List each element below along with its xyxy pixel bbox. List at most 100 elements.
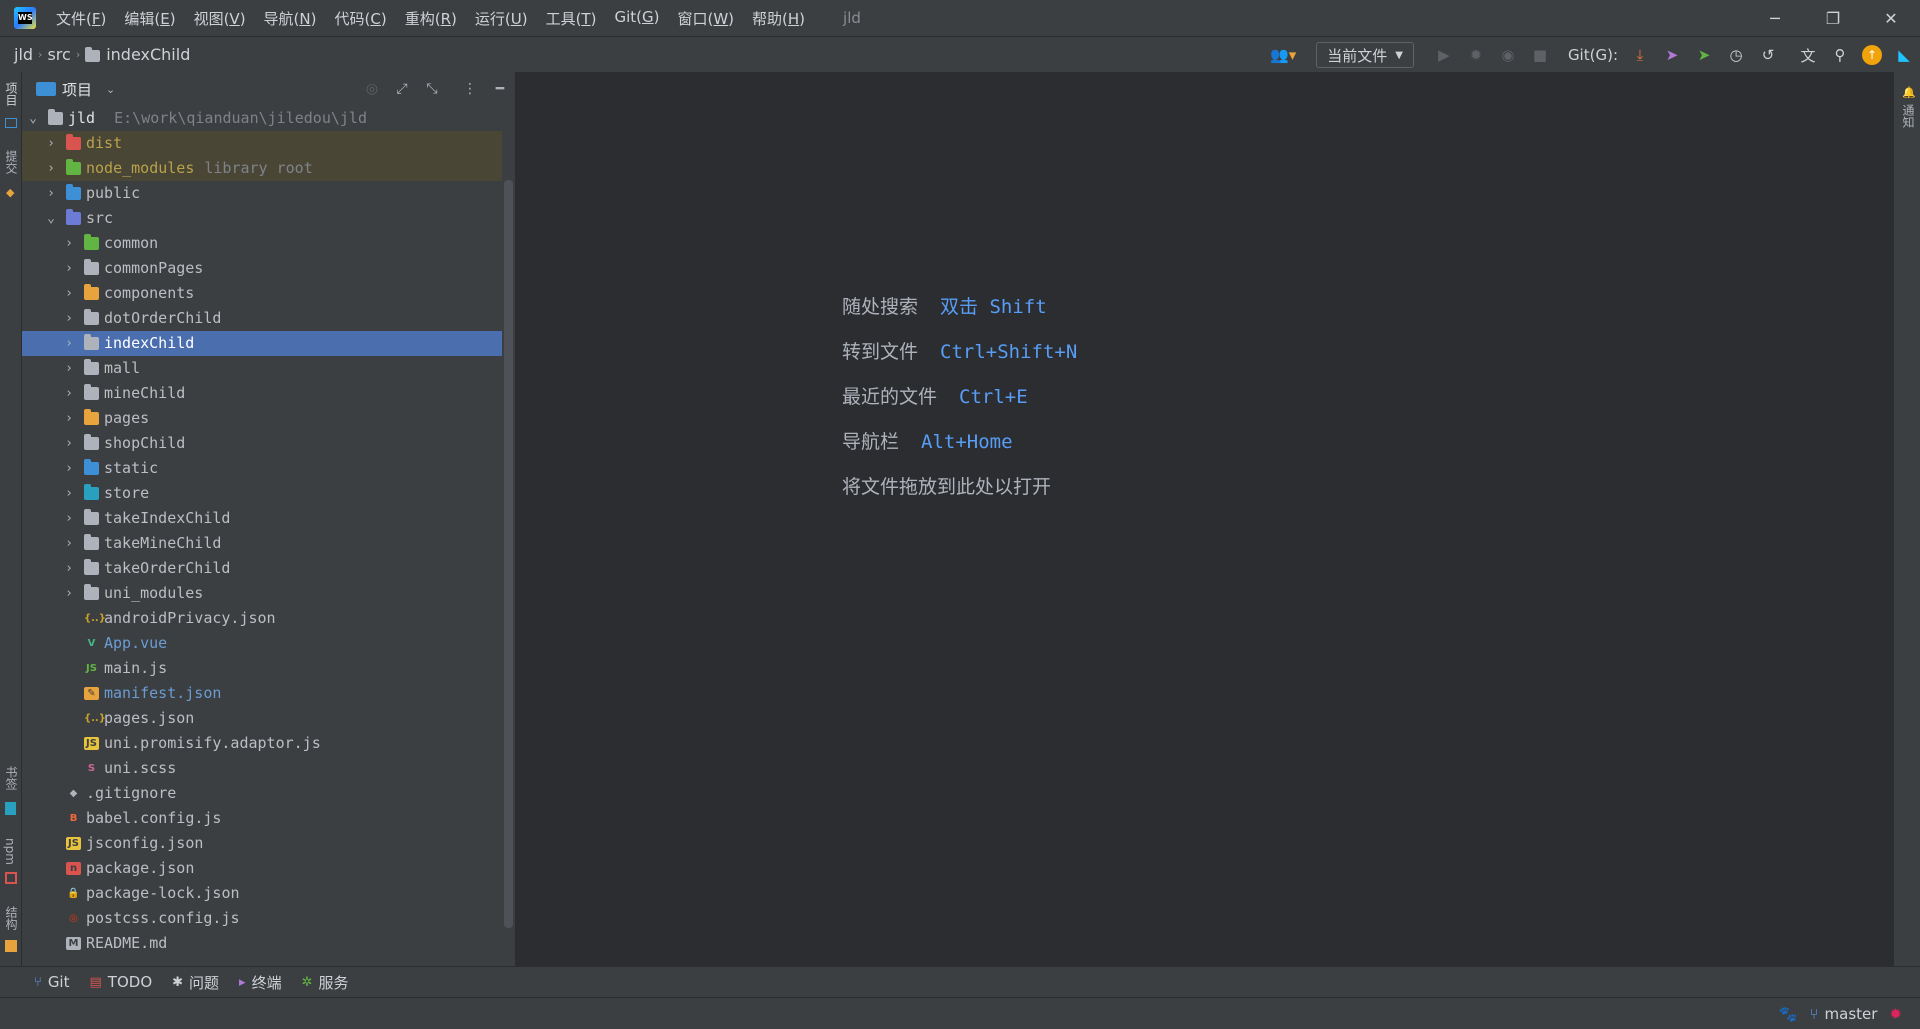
- run-configuration-select[interactable]: 当前文件 ▼: [1316, 42, 1414, 68]
- code-with-me-icon[interactable]: 👥▾: [1266, 45, 1300, 65]
- menu-item[interactable]: 文件(F): [56, 8, 106, 29]
- git-commit-icon[interactable]: ➤: [1662, 45, 1682, 65]
- tree-folder-row[interactable]: › node_modules library root: [22, 156, 502, 181]
- tree-file-row[interactable]: ✎ manifest.json: [22, 681, 502, 706]
- hint-shortcut[interactable]: Ctrl+Shift+N: [940, 341, 1077, 363]
- chevron-right-icon[interactable]: ›: [62, 531, 76, 556]
- chevron-right-icon[interactable]: ›: [62, 456, 76, 481]
- menu-item[interactable]: Git(G): [614, 8, 659, 29]
- locate-file-icon[interactable]: ◎: [361, 81, 383, 97]
- chevron-right-icon[interactable]: ›: [62, 306, 76, 331]
- bottom-tab-git-branch[interactable]: ⑂ Git: [34, 973, 70, 991]
- chevron-right-icon[interactable]: ›: [44, 131, 58, 156]
- breadcrumb-item[interactable]: indexChild: [106, 45, 190, 64]
- update-icon[interactable]: ↑: [1862, 45, 1882, 65]
- chevron-right-icon[interactable]: ›: [62, 406, 76, 431]
- tree-folder-row[interactable]: › dotOrderChild: [22, 306, 502, 331]
- menu-item[interactable]: 帮助(H): [752, 8, 805, 29]
- webstorm-icon[interactable]: ◣: [1894, 45, 1914, 65]
- chevron-right-icon[interactable]: ›: [62, 481, 76, 506]
- hint-shortcut[interactable]: Alt+Home: [921, 431, 1013, 453]
- git-push-icon[interactable]: ➤: [1694, 45, 1714, 65]
- tree-folder-row[interactable]: › components: [22, 281, 502, 306]
- tree-folder-row[interactable]: › takeMineChild: [22, 531, 502, 556]
- tree-folder-row[interactable]: › pages: [22, 406, 502, 431]
- tool-window-structure[interactable]: 结构: [3, 906, 20, 930]
- chevron-right-icon[interactable]: ›: [44, 181, 58, 206]
- chevron-right-icon[interactable]: ›: [62, 556, 76, 581]
- chevron-down-icon[interactable]: ⌄: [44, 206, 58, 231]
- tool-window-npm[interactable]: npm: [3, 838, 17, 865]
- chevron-right-icon[interactable]: ›: [62, 231, 76, 256]
- paw-icon[interactable]: 🐾: [1779, 1005, 1798, 1023]
- git-branch-label[interactable]: master: [1825, 1005, 1878, 1023]
- tree-folder-row[interactable]: › dist: [22, 131, 502, 156]
- tree-folder-row[interactable]: › common: [22, 231, 502, 256]
- chevron-right-icon[interactable]: ›: [62, 506, 76, 531]
- hide-panel-icon[interactable]: ━: [489, 81, 511, 97]
- stop-icon[interactable]: ■: [1530, 45, 1550, 65]
- tree-file-row[interactable]: ◎ postcss.config.js: [22, 906, 502, 931]
- restore-button[interactable]: ❐: [1804, 0, 1862, 36]
- bottom-tab-terminal[interactable]: ▸ 终端: [239, 972, 282, 993]
- chevron-right-icon[interactable]: ›: [62, 431, 76, 456]
- tree-folder-row[interactable]: › takeIndexChild: [22, 506, 502, 531]
- chevron-right-icon[interactable]: ›: [62, 581, 76, 606]
- bottom-tab-services[interactable]: ✲ 服务: [302, 972, 349, 993]
- debug-icon[interactable]: ✹: [1466, 45, 1486, 65]
- project-tree-scrollbar[interactable]: [504, 180, 513, 928]
- tree-folder-row[interactable]: › uni_modules: [22, 581, 502, 606]
- tool-window-notifications[interactable]: 通知: [1900, 104, 1917, 128]
- breadcrumb-item[interactable]: src: [47, 45, 70, 64]
- tool-window-commit[interactable]: 提交: [3, 150, 20, 174]
- chevron-right-icon[interactable]: ›: [62, 356, 76, 381]
- tree-file-row[interactable]: Suni.scss: [22, 756, 502, 781]
- git-rollback-icon[interactable]: ↺: [1758, 45, 1778, 65]
- tool-window-project[interactable]: 项目: [3, 82, 20, 106]
- tree-file-row[interactable]: n package.json: [22, 856, 502, 881]
- tree-folder-row[interactable]: › shopChild: [22, 431, 502, 456]
- tree-folder-row[interactable]: › mall: [22, 356, 502, 381]
- chevron-down-icon[interactable]: ⌄: [106, 83, 115, 96]
- chevron-right-icon[interactable]: ›: [62, 331, 76, 356]
- chevron-right-icon[interactable]: ›: [62, 281, 76, 306]
- tool-window-bookmarks[interactable]: 书签: [3, 766, 20, 790]
- hint-shortcut[interactable]: Ctrl+E: [959, 386, 1028, 408]
- tree-file-row[interactable]: V App.vue: [22, 631, 502, 656]
- git-history-icon[interactable]: ◷: [1726, 45, 1746, 65]
- chevron-right-icon[interactable]: ›: [62, 256, 76, 281]
- tree-file-row[interactable]: JS main.js: [22, 656, 502, 681]
- tree-folder-row[interactable]: › takeOrderChild: [22, 556, 502, 581]
- menu-item[interactable]: 工具(T): [546, 8, 597, 29]
- bottom-tab-problems[interactable]: ✱ 问题: [172, 972, 219, 993]
- project-view-title[interactable]: 项目: [62, 79, 92, 100]
- coverage-icon[interactable]: ◉: [1498, 45, 1518, 65]
- tree-file-row[interactable]: {..} pages.json: [22, 706, 502, 731]
- hint-shortcut[interactable]: 双击 Shift: [940, 296, 1047, 318]
- tree-file-row[interactable]: 🔒 package-lock.json: [22, 881, 502, 906]
- search-icon[interactable]: ⚲: [1830, 45, 1850, 65]
- tree-file-row[interactable]: ◆ .gitignore: [22, 781, 502, 806]
- collapse-all-icon[interactable]: ⤡: [421, 81, 443, 97]
- tree-file-row[interactable]: JS uni.promisify.adaptor.js: [22, 731, 502, 756]
- menu-item[interactable]: 编辑(E): [124, 8, 175, 29]
- menu-item[interactable]: 导航(N): [264, 8, 317, 29]
- menu-item[interactable]: 运行(U): [475, 8, 528, 29]
- tree-folder-row[interactable]: › store: [22, 481, 502, 506]
- bottom-tab-todo[interactable]: ▤ TODO: [90, 973, 153, 991]
- git-update-icon[interactable]: ⤓: [1630, 45, 1650, 65]
- expand-all-icon[interactable]: ⤢: [391, 81, 413, 97]
- tree-file-row[interactable]: Bbabel.config.js: [22, 806, 502, 831]
- tree-file-row[interactable]: JS jsconfig.json: [22, 831, 502, 856]
- chevron-right-icon[interactable]: ›: [44, 156, 58, 181]
- menu-item[interactable]: 视图(V): [194, 8, 246, 29]
- tree-folder-row[interactable]: › indexChild: [22, 331, 502, 356]
- translate-icon[interactable]: 文: [1798, 45, 1818, 65]
- tree-folder-row[interactable]: ⌄ src: [22, 206, 502, 231]
- bug-icon[interactable]: ✹: [1889, 1005, 1902, 1023]
- chevron-right-icon[interactable]: ›: [62, 381, 76, 406]
- run-icon[interactable]: ▶: [1434, 45, 1454, 65]
- chevron-down-icon[interactable]: ⌄: [26, 106, 40, 131]
- tree-file-row[interactable]: M README.md: [22, 931, 502, 956]
- tree-file-row[interactable]: {..} androidPrivacy.json: [22, 606, 502, 631]
